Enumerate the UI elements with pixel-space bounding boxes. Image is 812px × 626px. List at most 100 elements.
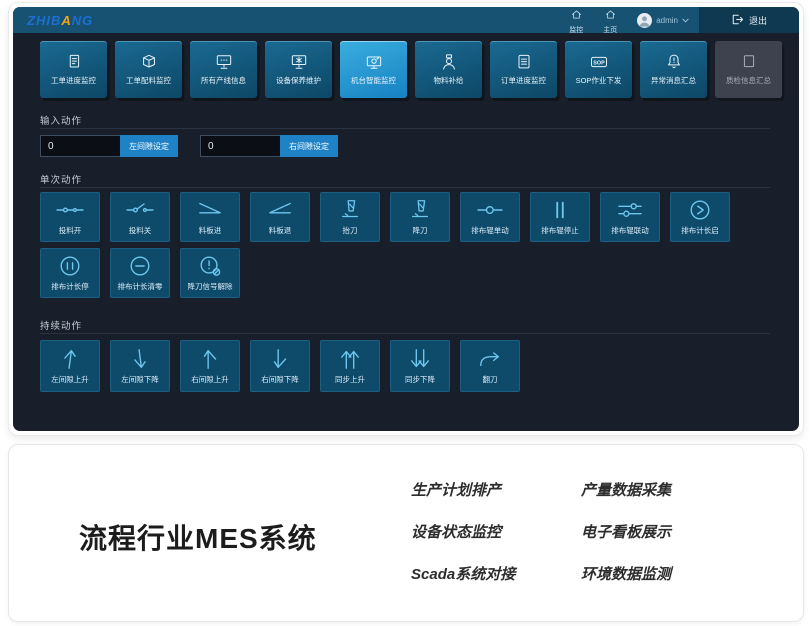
logo-text-2: NG [72,13,94,28]
action-double-arrow-up[interactable]: 同步上升 [320,340,380,392]
action-knife-up[interactable]: 抬刀 [320,192,380,242]
user-menu[interactable]: admin [627,7,699,33]
quality-info-icon [739,53,759,71]
material-supply-icon [439,53,459,71]
tile-work-order-progress[interactable]: 工单进度监控 [40,41,107,98]
pause-circle-icon [55,254,85,278]
tile-sop[interactable]: SOP SOP作业下发 [565,41,632,98]
right-gap-input[interactable] [200,135,280,157]
action-roller-single[interactable]: 排布辊单动 [460,192,520,242]
machine-monitor-icon [364,53,384,71]
logo-text: ZHIB [27,13,61,28]
divider [40,333,770,334]
username: admin [656,16,678,25]
arrow-down-left-icon [125,347,155,371]
home-icon [605,7,616,24]
roller-single-icon [475,198,505,222]
logout-label: 退出 [749,14,767,27]
alert-clear-icon [195,254,225,278]
action-switch-open[interactable]: 投料关 [110,192,170,242]
right-gap-group: 右间隙设定 [200,135,338,157]
tile-material-supply[interactable]: 物料补给 [415,41,482,98]
single-actions-row-2: 排布计长停 排布计长清零 降刀信号解除 [40,248,240,298]
mes-caption-card: 流程行业MES系统 生产计划排产设备状态监控Scada系统对接 产量数据采集电子… [8,444,804,622]
sop-icon: SOP [589,53,609,71]
continuous-actions-title: 持续动作 [40,318,82,332]
zhibang-logo: ZHIBANG [27,13,93,28]
feature-column-1: 生产计划排产设备状态监控Scada系统对接 [411,481,515,585]
right-gap-set-button[interactable]: 右间隙设定 [280,135,338,157]
mes-system-title: 流程行业MES系统 [79,517,317,557]
knife-up-icon [335,198,365,222]
equipment-maintenance-icon [289,53,309,71]
tile-production-line-info[interactable]: 所有产线信息 [190,41,257,98]
action-arrow-up-left[interactable]: 左间隙上升 [40,340,100,392]
action-pause-circle[interactable]: 排布计长停 [40,248,100,298]
nav-label: 监控 [569,25,583,35]
single-actions-title: 单次动作 [40,172,82,186]
action-sliders[interactable]: 排布辊联动 [600,192,660,242]
arrow-up-left-icon [55,347,85,371]
tile-machine-monitor[interactable]: 机台智能监控 [340,41,407,98]
plate-back-icon [265,198,295,222]
action-alert-clear[interactable]: 降刀信号解除 [180,248,240,298]
order-progress-icon [514,53,534,71]
double-arrow-down-icon [405,347,435,371]
left-gap-group: 左间隙设定 [40,135,178,157]
feature-item: 设备状态监控 [411,523,515,543]
action-plate-forward[interactable]: 料板进 [180,192,240,242]
tile-alert-bell[interactable]: 异常消息汇总 [640,41,707,98]
logo-accent: A [61,13,71,28]
input-actions-title: 输入动作 [40,113,82,127]
switch-closed-icon [55,198,85,222]
action-knife-down[interactable]: 降刀 [390,192,450,242]
minus-circle-icon [125,254,155,278]
arrow-down-right-icon [265,347,295,371]
svg-text:SOP: SOP [593,61,605,67]
left-gap-set-button[interactable]: 左间隙设定 [120,135,178,157]
exit-icon [731,14,744,27]
arrow-up-right-icon [195,347,225,371]
action-switch-closed[interactable]: 投料开 [40,192,100,242]
action-play-circle[interactable]: 排布计长启 [670,192,730,242]
module-tiles: 工单进度监控 工单配料监控 所有产线信息 设备保养维护 机台智能监控 物料补给 … [40,41,782,98]
divider [40,187,770,188]
material-batching-icon [139,53,159,71]
action-plate-back[interactable]: 料板退 [250,192,310,242]
left-gap-input[interactable] [40,135,120,157]
chevron-down-icon [682,18,689,23]
alert-bell-icon [664,53,684,71]
header-right: 监控 主页 admin 退出 [559,7,799,33]
logout-button[interactable]: 退出 [699,7,799,33]
avatar [637,13,652,28]
nav-item-home[interactable]: 主页 [593,7,627,33]
tile-quality-info[interactable]: 质检信息汇总 [715,41,782,98]
sliders-icon [615,198,645,222]
home-icon [571,7,582,24]
action-pause[interactable]: 排布辊停止 [530,192,590,242]
mes-app: ZHIBANG 监控 主页 admin [13,7,799,431]
play-circle-icon [685,198,715,222]
tile-material-batching[interactable]: 工单配料监控 [115,41,182,98]
app-screenshot-card: ZHIBANG 监控 主页 admin [8,2,804,436]
action-arrow-down-right[interactable]: 右间隙下降 [250,340,310,392]
action-flip-knife[interactable]: 翻刀 [460,340,520,392]
tile-equipment-maintenance[interactable]: 设备保养维护 [265,41,332,98]
page: ZHIBANG 监控 主页 admin [0,0,812,626]
continuous-actions-row: 左间隙上升 左间隙下降 右间隙上升 右间隙下降 同步上升 同步下降 翻刀 [40,340,520,392]
action-arrow-down-left[interactable]: 左间隙下降 [110,340,170,392]
nav-item-monitor[interactable]: 监控 [559,7,593,33]
tile-order-progress[interactable]: 订单进度监控 [490,41,557,98]
knife-down-icon [405,198,435,222]
action-minus-circle[interactable]: 排布计长清零 [110,248,170,298]
pause-icon [545,198,575,222]
input-groups: 左间隙设定 右间隙设定 [40,135,338,157]
single-actions-row-1: 投料开 投料关 料板进 料板退 抬刀 降刀 排布辊单动 排布辊停止 排布辊联动 … [40,192,730,242]
action-double-arrow-down[interactable]: 同步下降 [390,340,450,392]
work-order-progress-icon [64,53,84,71]
feature-item: 生产计划排产 [411,481,515,501]
feature-item: 环境数据监测 [581,565,671,585]
action-arrow-up-right[interactable]: 右间隙上升 [180,340,240,392]
divider [40,128,770,129]
feature-column-2: 产量数据采集电子看板展示环境数据监测 [581,481,671,585]
